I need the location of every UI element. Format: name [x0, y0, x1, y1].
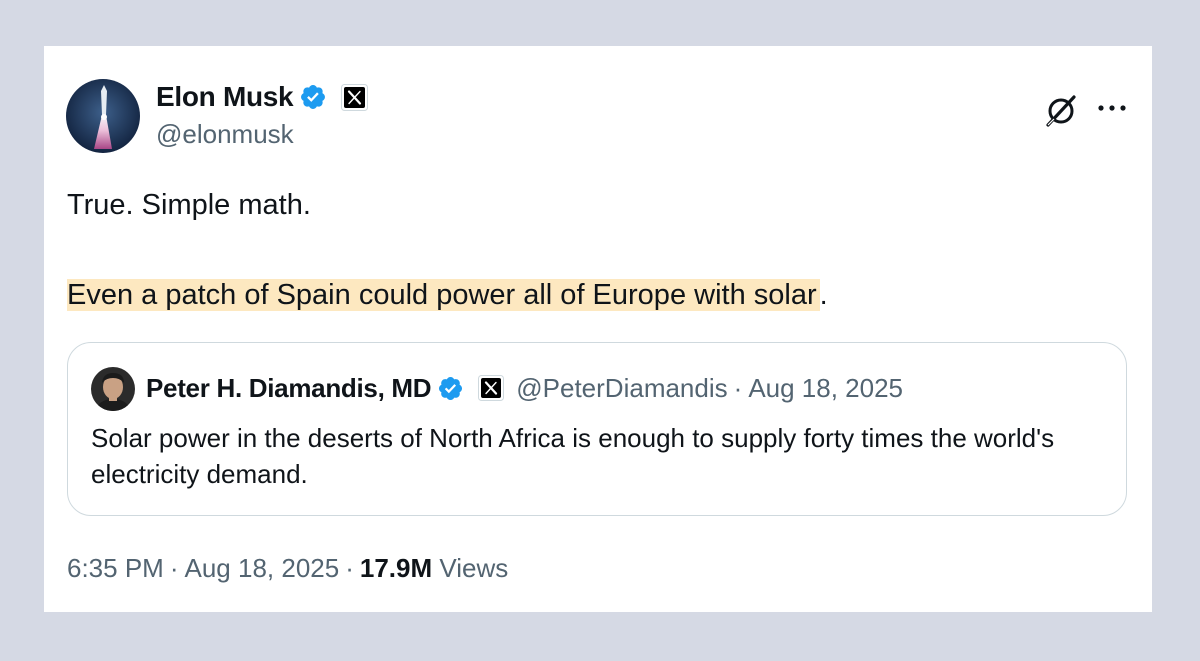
quoted-text: Solar power in the deserts of North Afri… [91, 423, 1055, 489]
author-handle[interactable]: @elonmusk [156, 119, 294, 150]
tweet-text-tail: . [819, 279, 828, 311]
tweet-card: Elon Musk @elonmusk True. Simple math. E… [44, 46, 1152, 612]
tweet-time[interactable]: 6:35 PM [67, 553, 164, 583]
x-logo-icon[interactable] [341, 83, 369, 111]
author-display-name[interactable]: Elon Musk [156, 81, 294, 113]
meta-separator: · [169, 553, 179, 583]
quoted-handle[interactable]: @PeterDiamandis [516, 373, 727, 404]
quoted-tweet[interactable]: Peter H. Diamandis, MD @PeterDiamandis ·… [67, 342, 1127, 516]
quoted-x-logo-icon[interactable] [478, 375, 505, 401]
tweet-text-line2: Even a patch of Spain could power all of… [67, 272, 828, 319]
author-name-row: Elon Musk [156, 80, 369, 114]
tweet-meta: 6:35 PM · Aug 18, 2025 · 17.9M Views [67, 553, 508, 584]
tweet-date[interactable]: Aug 18, 2025 [185, 553, 340, 583]
tweet-text-line1: True. Simple math. [67, 189, 311, 221]
author-avatar[interactable] [66, 79, 140, 153]
quoted-display-name[interactable]: Peter H. Diamandis, MD [146, 373, 432, 404]
views-count[interactable]: 17.9M [360, 553, 432, 583]
highlighted-text: Even a patch of Spain could power all of… [67, 279, 820, 311]
verified-badge-icon[interactable] [299, 83, 327, 111]
grok-icon[interactable] [1042, 92, 1080, 130]
quoted-verified-badge-icon[interactable] [437, 375, 464, 402]
quoted-date[interactable]: Aug 18, 2025 [748, 373, 903, 404]
quoted-author-avatar[interactable] [91, 367, 135, 411]
views-label: Views [439, 553, 509, 583]
meta-separator: · [345, 553, 354, 583]
quoted-separator: · [733, 372, 743, 403]
more-dots-icon[interactable] [1096, 98, 1128, 118]
quoted-header: Peter H. Diamandis, MD @PeterDiamandis ·… [146, 370, 903, 406]
